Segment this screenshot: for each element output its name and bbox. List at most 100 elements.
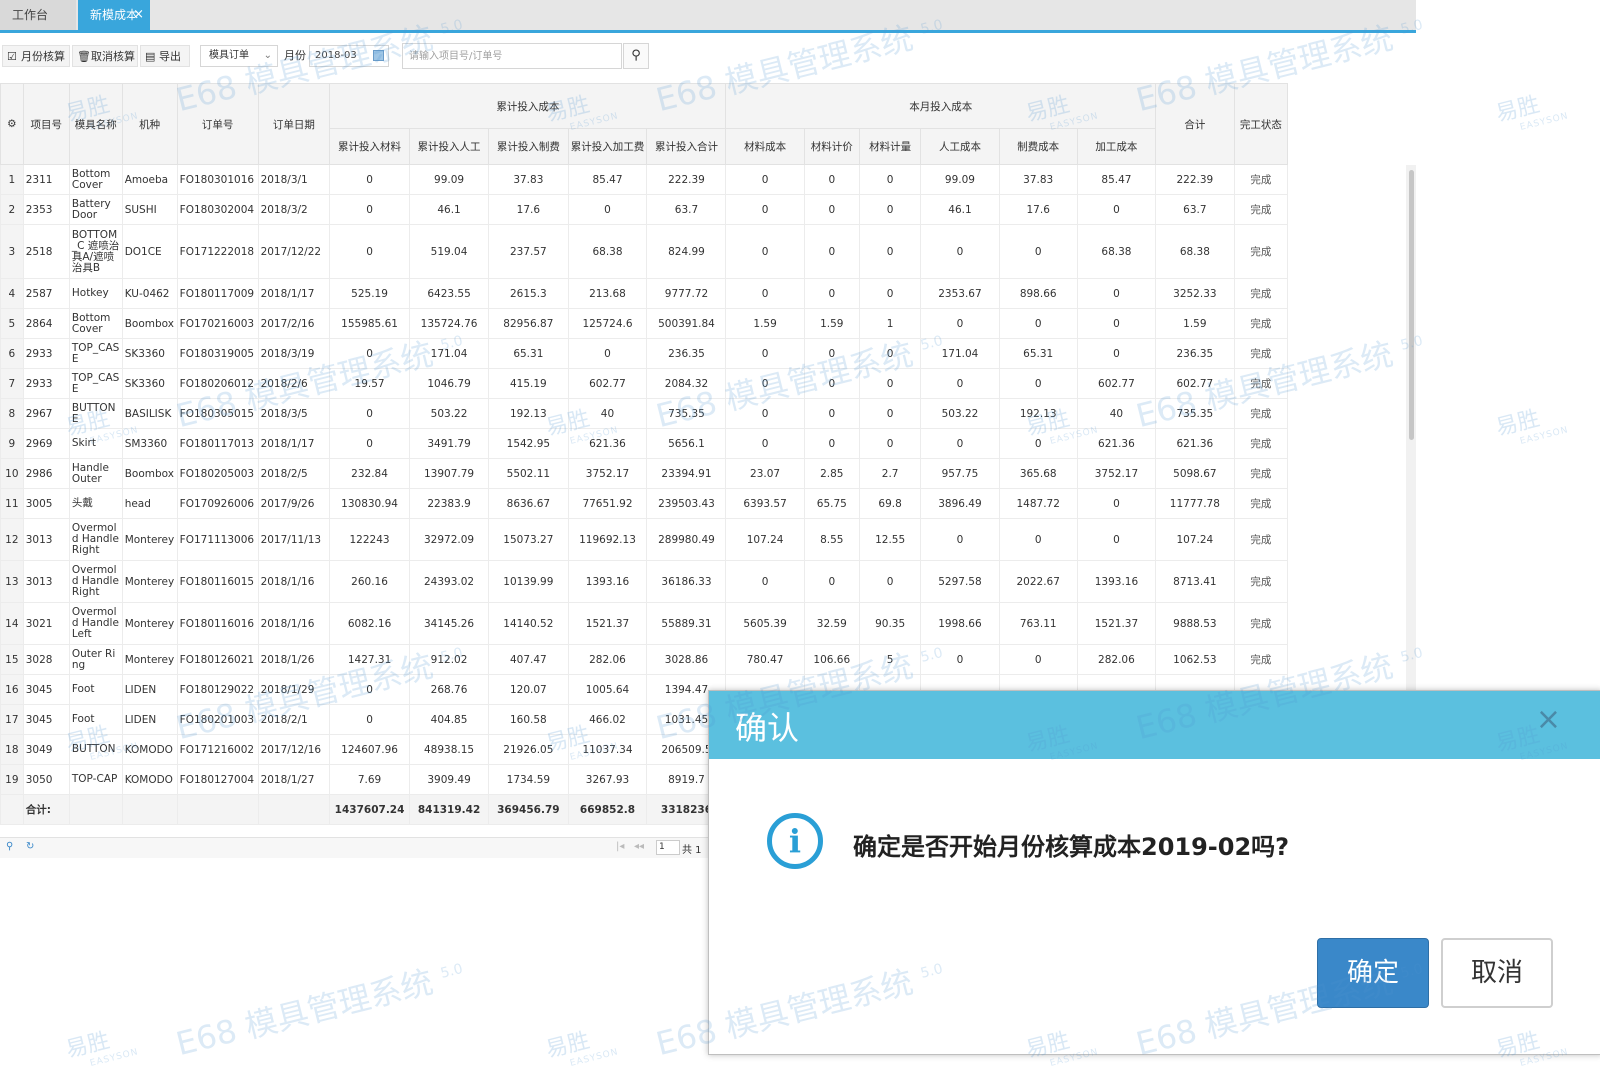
cum-overhead-cell: 1542.95 [488,428,569,459]
table-row[interactable]: 14 3021 Overmold Handle Left Monterey FO1801… [0,602,1407,645]
table-row[interactable]: 8 2967 BUTTON E BASILISK FO180305015 2018/3/5… [0,398,1407,429]
row-filler [1288,489,1406,519]
table-row[interactable]: 13 3013 Overmold Handle Right Monterey FO180… [0,560,1407,603]
footer-empty-cell [0,794,24,825]
material-qty-cell: 0 [858,278,922,309]
col-model[interactable]: 机种 [121,83,178,165]
order-no-cell: FO180116016 [176,602,259,645]
material-cost-cell: 0 [725,368,805,399]
col-mold-name[interactable]: 模具名称 [68,83,123,165]
col-cum-processing[interactable]: 累计投入加工费 [567,128,648,165]
order-date-cell: 2018/2/5 [257,458,331,489]
mold-name-cell: TOP_CASE [68,368,123,399]
calendar-icon[interactable] [373,50,384,61]
table-row[interactable]: 15 3028 Outer Ring Monterey FO180126021 2018/… [0,644,1407,675]
prev-page-icon[interactable]: ◂◂ [634,841,644,852]
footer-sum-cell: 669852.8 [567,794,648,825]
cum-material-cell: 124607.96 [329,734,410,765]
col-cum-overhead[interactable]: 累计投入制费 [488,128,569,165]
col-cum-labor[interactable]: 累计投入人工 [408,128,490,165]
model-cell: SK3360 [121,338,178,369]
cum-overhead-cell: 2615.3 [488,278,569,309]
cum-labor-cell: 1046.79 [408,368,490,399]
order-no-cell: FO180301016 [176,164,259,195]
total-cell: 68.38 [1155,224,1235,279]
table-row[interactable]: 4 2587 Hotkey KU-0462 FO180117009 2018/1/17 52… [0,278,1407,309]
cum-material-cell: 130830.94 [329,488,410,519]
cancel-calc-button[interactable]: 🗑 取消核算 [72,45,138,67]
mold-name-cell: Overmold Handle Right [68,518,123,561]
search-input[interactable] [402,43,622,69]
order-date-cell: 2018/2/1 [257,704,331,735]
processing-cost-cell: 0 [1076,488,1157,519]
col-order-date[interactable]: 订单日期 [257,83,331,165]
search-button[interactable]: ⚲ [623,43,649,69]
order-date-cell: 2018/1/16 [257,602,331,645]
status-cell: 完成 [1233,224,1289,279]
col-status[interactable]: 完工状态 [1233,83,1289,165]
monthly-calc-button[interactable]: ☑ 月份核算 [2,45,70,67]
tab-new-mold-cost[interactable]: 新模成本 × [78,0,150,30]
month-value: 2018-03 [315,50,357,61]
row-filler [1288,309,1406,339]
row-filler [1288,225,1406,279]
cum-labor-cell: 13907.79 [408,458,490,489]
model-cell: Monterey [121,518,178,561]
table-row[interactable]: 10 2986 Handle Outer Boombox FO180205003 2018… [0,458,1407,489]
table-row[interactable]: 2 2353 Battery Door SUSHI FO180302004 2018/3/… [0,194,1407,225]
col-overhead-cost[interactable]: 制费成本 [998,128,1078,165]
status-cell: 完成 [1233,488,1289,519]
project-no-cell: 3045 [22,704,70,735]
row-number: 17 [0,704,24,735]
header-filler [1287,83,1406,165]
col-material-qty[interactable]: 材料计量 [858,128,922,165]
table-row[interactable]: 7 2933 TOP_CASE SK3360 FO180206012 2018/2/6 19… [0,368,1407,399]
table-row[interactable]: 12 3013 Overmold Handle Right Monterey FO171… [0,518,1407,561]
refresh-icon[interactable]: ↻ [26,841,34,852]
confirm-button[interactable]: 确定 [1317,938,1429,1008]
col-processing-cost[interactable]: 加工成本 [1076,128,1157,165]
search-icon[interactable]: ⚲ [6,841,13,852]
cancel-button[interactable]: 取消 [1441,938,1553,1008]
model-cell: KOMODO [121,734,178,765]
row-filler [1288,369,1406,399]
page-number-input[interactable]: 1 [656,840,680,855]
table-row[interactable]: 9 2969 Skirt SM3360 FO180117013 2018/1/17 0 349… [0,428,1407,459]
close-icon[interactable]: × [1536,705,1561,735]
col-material-price[interactable]: 材料计价 [803,128,860,165]
material-price-cell: 0 [803,428,860,459]
cum-labor-cell: 24393.02 [408,560,490,603]
col-cum-material[interactable]: 累计投入材料 [329,128,410,165]
cum-material-cell: 155985.61 [329,308,410,339]
tab-workbench[interactable]: 工作台 [0,0,76,30]
model-cell: Boombox [121,308,178,339]
settings-gear-icon[interactable]: ⚙ [0,83,24,165]
order-no-cell: FO180126021 [176,644,259,675]
col-cum-total[interactable]: 累计投入合计 [646,128,727,165]
table-row[interactable]: 11 3005 头戴 head FO170926006 2017/9/26 130830.9… [0,488,1407,519]
col-total[interactable]: 合计 [1155,83,1235,165]
order-type-select[interactable]: 模具订单 ⌄ [200,45,278,67]
table-row[interactable]: 5 2864 Bottom Cover Boombox FO170216003 2017/… [0,308,1407,339]
table-row[interactable]: 1 2311 Bottom Cover Amoeba FO180301016 2018/3… [0,164,1407,195]
footer-sum-cell: 369456.79 [488,794,569,825]
order-date-cell: 2018/1/17 [257,428,331,459]
cum-total-cell: 236.35 [646,338,727,369]
col-material-cost[interactable]: 材料成本 [725,128,805,165]
close-icon[interactable]: × [133,0,144,30]
export-button[interactable]: ▤ 导出 [140,45,190,67]
processing-cost-cell: 0 [1076,278,1157,309]
order-no-cell: FO180206012 [176,368,259,399]
material-qty-cell: 12.55 [858,518,922,561]
order-no-cell: FO180117013 [176,428,259,459]
table-row[interactable]: 6 2933 TOP_CASE SK3360 FO180319005 2018/3/19 0… [0,338,1407,369]
table-row[interactable]: 3 2518 BOTTOM_C 遮喷治具A/遮喷治具B DO1CE FO17122201… [0,224,1407,279]
scrollbar-thumb[interactable] [1409,170,1414,440]
col-labor-cost[interactable]: 人工成本 [920,128,1000,165]
mold-name-cell: Foot [68,674,123,705]
month-date-field[interactable]: 2018-03 [309,45,389,67]
col-project-no[interactable]: 项目号 [22,83,70,165]
mold-name-cell: Handle Outer [68,458,123,489]
col-order-no[interactable]: 订单号 [176,83,259,165]
first-page-icon[interactable]: |◂ [616,841,624,852]
